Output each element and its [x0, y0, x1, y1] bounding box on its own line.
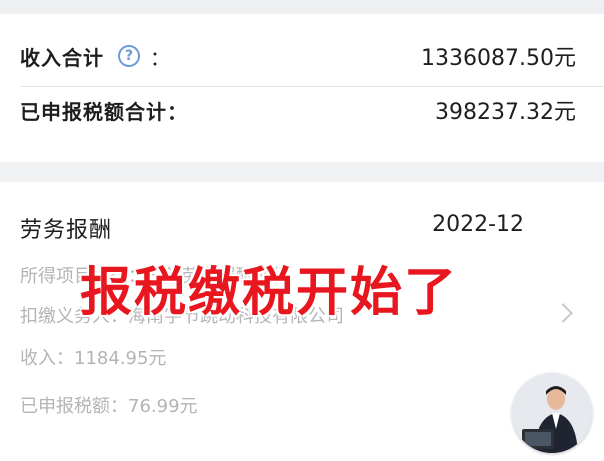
- tax-total-value: 398237.32元: [435, 100, 576, 125]
- overlay-caption: 报税缴税开始了: [80, 263, 459, 323]
- income-total-row: 收入合计 ? ： 1336087.50元: [20, 36, 576, 76]
- tax-total-row: 已申报税额合计： 398237.32元: [20, 90, 576, 130]
- section-gap: [0, 162, 604, 182]
- tax-total-label: 已申报税额合计：: [20, 99, 188, 124]
- divider: [20, 86, 604, 87]
- record-period: 2022-12: [432, 212, 524, 237]
- income-total-colon: ：: [150, 45, 170, 70]
- presenter-avatar: [512, 373, 592, 453]
- record-title: 劳务报酬: [20, 218, 113, 243]
- summary-card: 收入合计 ? ： 1336087.50元 已申报税额合计： 398237.32元: [0, 14, 604, 162]
- top-strip: [0, 0, 604, 14]
- income-total-label: 收入合计: [20, 45, 104, 70]
- income-line: 收入：1184.95元: [20, 348, 167, 369]
- tax-declared-line: 已申报税额：76.99元: [20, 396, 198, 417]
- chevron-right-icon[interactable]: [553, 303, 573, 323]
- income-total-value: 1336087.50元: [421, 46, 576, 71]
- person-with-laptop-icon: [512, 373, 592, 453]
- question-circle-icon[interactable]: ?: [118, 45, 140, 67]
